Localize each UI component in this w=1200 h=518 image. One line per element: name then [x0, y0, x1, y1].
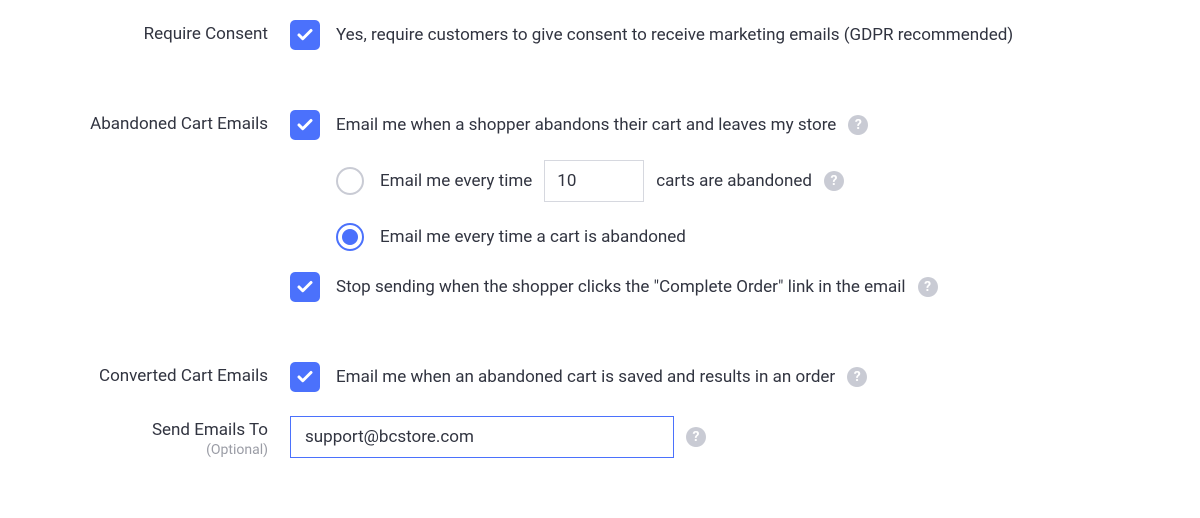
radio-b-text: Email me every time a cart is abandoned — [380, 227, 686, 247]
send-emails-to-input[interactable] — [290, 416, 674, 458]
radio-a-post-text: carts are abandoned — [656, 171, 812, 191]
require-consent-content: Yes, require customers to give consent t… — [290, 20, 1200, 50]
check-icon — [296, 278, 314, 296]
converted-cart-checkbox[interactable] — [290, 362, 320, 392]
converted-cart-text: Email me when an abandoned cart is saved… — [336, 367, 835, 387]
abandoned-cart-checkbox[interactable] — [290, 110, 320, 140]
require-consent-text: Yes, require customers to give consent t… — [336, 25, 1013, 45]
optional-label: (Optional) — [0, 442, 268, 458]
check-icon — [296, 116, 314, 134]
send-emails-to-row: Send Emails To (Optional) ? — [0, 416, 1200, 458]
send-emails-to-content: ? — [290, 416, 1200, 458]
send-emails-to-label-col: Send Emails To (Optional) — [0, 416, 290, 458]
help-icon[interactable]: ? — [848, 115, 868, 135]
help-icon[interactable]: ? — [918, 277, 938, 297]
carts-count-input[interactable] — [544, 160, 644, 202]
radio-a-pre-text: Email me every time — [380, 171, 532, 191]
require-consent-checkbox[interactable] — [290, 20, 320, 50]
abandoned-cart-row: Abandoned Cart Emails Email me when a sh… — [0, 110, 1200, 302]
check-icon — [296, 368, 314, 386]
help-icon[interactable]: ? — [824, 171, 844, 191]
converted-cart-content: Email me when an abandoned cart is saved… — [290, 362, 1200, 392]
help-icon[interactable]: ? — [847, 367, 867, 387]
require-consent-row: Require Consent Yes, require customers t… — [0, 20, 1200, 50]
stop-sending-text: Stop sending when the shopper clicks the… — [336, 277, 906, 297]
send-emails-to-label: Send Emails To — [152, 420, 268, 440]
abandoned-cart-main-text: Email me when a shopper abandons their c… — [336, 115, 836, 135]
radio-every-cart[interactable] — [336, 223, 364, 251]
abandoned-cart-label: Abandoned Cart Emails — [0, 110, 290, 134]
check-icon — [296, 26, 314, 44]
converted-cart-label: Converted Cart Emails — [0, 362, 290, 386]
help-icon[interactable]: ? — [686, 427, 706, 447]
require-consent-label: Require Consent — [0, 20, 290, 44]
radio-every-n-carts[interactable] — [336, 167, 364, 195]
radio-dot-icon — [342, 229, 358, 245]
stop-sending-checkbox[interactable] — [290, 272, 320, 302]
abandoned-cart-content: Email me when a shopper abandons their c… — [290, 110, 1200, 302]
converted-cart-row: Converted Cart Emails Email me when an a… — [0, 362, 1200, 392]
